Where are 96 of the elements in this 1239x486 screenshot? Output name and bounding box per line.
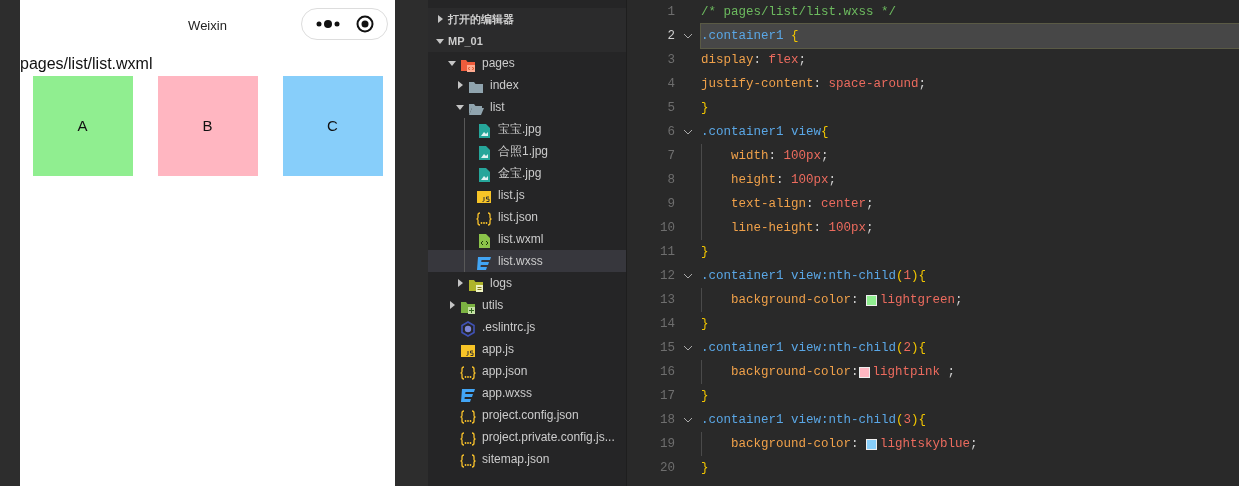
colored-box: B — [157, 76, 258, 176]
page-title: Weixin — [188, 17, 227, 36]
code-file-icon — [476, 232, 492, 249]
color-swatch[interactable] — [866, 294, 878, 306]
fold-chevron-icon[interactable] — [683, 417, 693, 423]
colored-box: C — [282, 76, 383, 176]
braces-icon — [460, 364, 476, 381]
line-number: 14 — [659, 315, 675, 333]
code-line: } — [700, 99, 710, 117]
line-number: 11 — [659, 243, 675, 261]
line-number: 10 — [659, 219, 675, 237]
line-number: 2 — [666, 27, 675, 45]
expanded-arrow-icon[interactable] — [436, 37, 444, 45]
line-number: 12 — [659, 267, 675, 285]
code-line: } — [700, 387, 710, 405]
line-number: 8 — [666, 171, 675, 189]
code-line: text-align: center; — [675, 192, 1239, 216]
tree-item[interactable]: .eslintrc.js — [428, 316, 626, 338]
expanded-arrow-icon[interactable] — [448, 59, 456, 67]
tree-item[interactable]: index — [428, 74, 626, 96]
line-number: 7 — [666, 147, 675, 165]
line-number: 3 — [666, 51, 675, 69]
code-line: .container1 view:nth-child(3){ — [675, 408, 1239, 432]
color-swatch[interactable] — [858, 366, 870, 378]
fold-chevron-icon[interactable] — [683, 345, 693, 351]
tree-item[interactable]: list.wxss — [428, 250, 626, 272]
code-line: height: 100px; — [675, 168, 1239, 192]
code-line: background-color: lightskyblue; — [675, 432, 1239, 456]
image-file-icon — [476, 144, 492, 161]
code-line: } — [700, 243, 710, 261]
line-number: 9 — [666, 195, 675, 213]
tree-item[interactable]: list.wxml — [428, 228, 626, 250]
tree-item[interactable]: sitemap.json — [428, 448, 626, 470]
tree-item[interactable]: app.json — [428, 360, 626, 382]
code-line: } — [700, 315, 710, 333]
fold-chevron-icon[interactable] — [683, 273, 693, 279]
line-number: 1 — [666, 3, 675, 21]
collapsed-arrow-icon[interactable] — [436, 15, 444, 23]
target-icon[interactable] — [355, 15, 374, 33]
tree-item[interactable]: list — [428, 96, 626, 118]
line-number: 13 — [659, 291, 675, 309]
fold-chevron-icon[interactable] — [683, 129, 693, 135]
braces-icon — [460, 430, 476, 447]
code-line: display: flex; — [700, 51, 808, 69]
code-line: } — [700, 459, 710, 477]
tree-item[interactable]: app.js — [428, 338, 626, 360]
tree-item[interactable]: logs — [428, 272, 626, 294]
line-number: 4 — [666, 75, 675, 93]
color-swatch[interactable] — [866, 438, 878, 450]
line-number: 6 — [666, 123, 675, 141]
fold-chevron-icon[interactable] — [683, 33, 693, 39]
tree-item[interactable]: list.json — [428, 206, 626, 228]
tree-item[interactable]: utils — [428, 294, 626, 316]
code-line: justify-content: space-around; — [700, 75, 928, 93]
more-icon[interactable] — [315, 19, 342, 29]
code-line: /* pages/list/list.wxss */ — [700, 3, 898, 21]
tree-item[interactable]: pages — [428, 52, 626, 74]
line-number: 17 — [659, 387, 675, 405]
code-line: background-color: lightpink ; — [675, 360, 1239, 384]
section-header[interactable]: 打开的编辑器 — [428, 8, 626, 30]
css-file-icon — [476, 254, 492, 271]
hexagon-icon — [460, 320, 476, 337]
code-line: .container1 view:nth-child(1){ — [675, 264, 1239, 288]
css-file-icon — [460, 386, 476, 403]
tree-item[interactable]: project.config.json — [428, 404, 626, 426]
tree-item[interactable]: 金宝.jpg — [428, 162, 626, 184]
colored-box: A — [32, 76, 133, 176]
braces-icon — [460, 452, 476, 469]
line-number: 15 — [659, 339, 675, 357]
line-number: 18 — [659, 411, 675, 429]
tree-item[interactable]: 宝宝.jpg — [428, 118, 626, 140]
code-line: .container1 view{ — [675, 120, 1239, 144]
image-file-icon — [476, 166, 492, 183]
image-file-icon — [476, 122, 492, 139]
js-file-icon — [476, 188, 492, 205]
code-line: line-height: 100px; — [675, 216, 1239, 240]
line-number: 20 — [659, 459, 675, 477]
collapsed-arrow-icon[interactable] — [456, 81, 464, 89]
braces-icon — [476, 210, 492, 227]
collapsed-arrow-icon[interactable] — [456, 279, 464, 287]
tree-item[interactable]: project.private.config.js... — [428, 426, 626, 448]
line-number: 5 — [666, 99, 675, 117]
code-line: .container1 view:nth-child(2){ — [675, 336, 1239, 360]
code-line: background-color: lightgreen; — [675, 288, 1239, 312]
tree-item[interactable]: list.js — [428, 184, 626, 206]
code-line: width: 100px; — [675, 144, 1239, 168]
collapsed-arrow-icon[interactable] — [448, 301, 456, 309]
expanded-arrow-icon[interactable] — [456, 103, 464, 111]
line-number: 16 — [659, 363, 675, 381]
js-file-icon — [460, 342, 476, 359]
section-header[interactable]: MP_01 — [428, 30, 626, 52]
line-number: 19 — [659, 435, 675, 453]
tree-item[interactable]: 合照1.jpg — [428, 140, 626, 162]
page-path-text: pages/list/list.wxml — [20, 56, 153, 72]
tree-item[interactable]: app.wxss — [428, 382, 626, 404]
braces-icon — [460, 408, 476, 425]
